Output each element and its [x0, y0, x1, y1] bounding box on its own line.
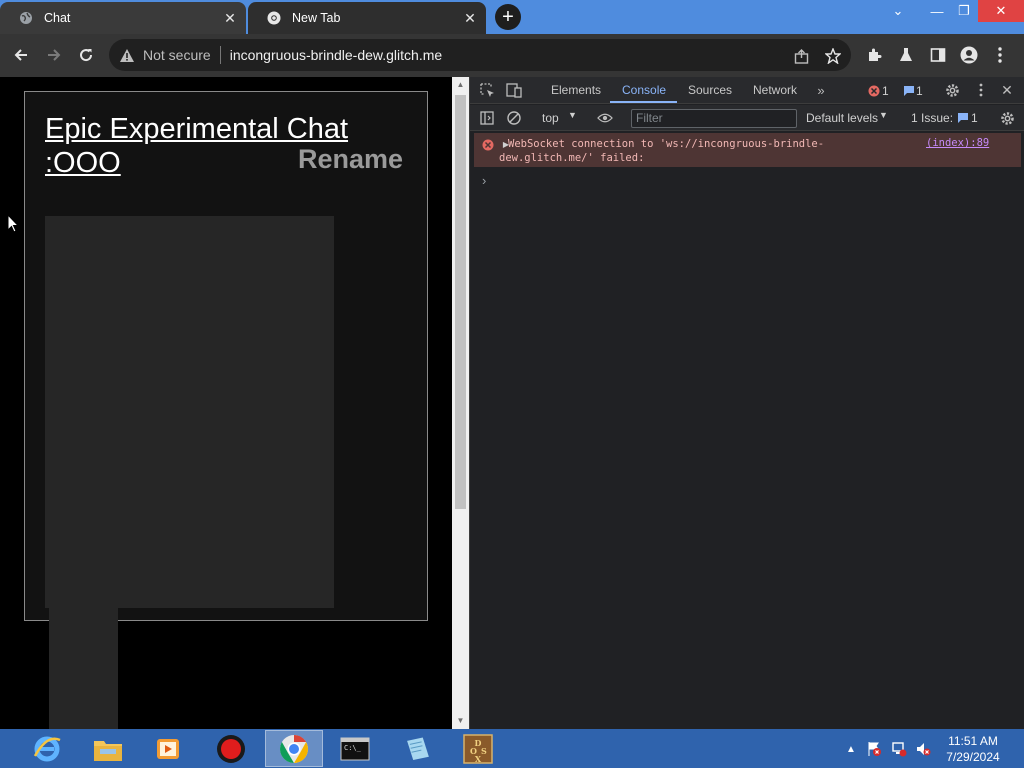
url-text[interactable]: incongruous-brindle-dew.glitch.me: [230, 47, 442, 63]
devtools-menu-icon[interactable]: [973, 82, 989, 98]
scroll-up-arrow-icon[interactable]: ▲: [452, 77, 469, 91]
tab-sources[interactable]: Sources: [688, 83, 732, 97]
divider: [219, 46, 221, 64]
message-count[interactable]: 1: [916, 84, 923, 98]
tab-title: New Tab: [292, 11, 341, 25]
minimize-button[interactable]: —: [922, 0, 952, 22]
message-count-icon[interactable]: [901, 83, 917, 99]
tab-search-icon[interactable]: ⌄: [884, 0, 912, 22]
clear-console-icon[interactable]: [506, 110, 522, 126]
scrollbar-thumb[interactable]: [455, 95, 466, 509]
console-toolbar: top ▼ Filter Default levels ▼ 1 Issue: 1: [470, 105, 1024, 131]
action-center-flag-icon[interactable]: [865, 740, 883, 758]
system-clock[interactable]: 11:51 AM 7/29/2024: [940, 733, 1006, 765]
filter-input[interactable]: Filter: [631, 109, 797, 128]
restore-button[interactable]: ❐: [950, 0, 978, 22]
svg-text:C:\_: C:\_: [344, 744, 362, 752]
console-prompt[interactable]: ›: [482, 173, 486, 188]
devtools-tab-bar: Elements Console Sources Network » 1 1 ✕: [470, 77, 1024, 104]
tab-elements[interactable]: Elements: [551, 83, 601, 97]
devtools-panel: Elements Console Sources Network » 1 1 ✕…: [469, 77, 1024, 729]
live-expression-eye-icon[interactable]: [597, 110, 613, 126]
chat-container: Epic Experimental Chat :OOO Rename: [24, 91, 428, 621]
warning-icon[interactable]: [119, 47, 135, 63]
tab-network[interactable]: Network: [753, 83, 797, 97]
labs-flask-icon[interactable]: [896, 45, 916, 65]
address-bar[interactable]: Not secure incongruous-brindle-dew.glitc…: [109, 39, 851, 71]
new-tab-button[interactable]: +: [495, 4, 521, 30]
issues-message-icon[interactable]: [955, 110, 971, 126]
rename-button[interactable]: Rename: [298, 144, 403, 175]
tab-console[interactable]: Console: [622, 83, 666, 97]
media-player-icon[interactable]: [139, 730, 197, 767]
error-message: WebSocket connection to 'ws://incongruou…: [499, 138, 825, 164]
command-prompt-icon[interactable]: C:\_: [326, 730, 384, 767]
issues-label[interactable]: 1 Issue:: [911, 111, 953, 125]
chrome-taskbar-icon[interactable]: [265, 730, 323, 767]
log-levels-dropdown[interactable]: Default levels: [806, 111, 878, 125]
back-button[interactable]: [9, 43, 33, 67]
close-devtools-icon[interactable]: ✕: [999, 82, 1015, 98]
sidebar-toggle-icon[interactable]: [479, 110, 495, 126]
tab-strip: Chat ✕ New Tab ✕ + ⌄ — ❐ ✕: [0, 0, 1024, 34]
message-input-area[interactable]: [49, 605, 118, 729]
mouse-cursor-icon: [7, 213, 20, 238]
error-source-link[interactable]: (index):89: [926, 137, 989, 149]
error-count[interactable]: 1: [882, 84, 889, 98]
internet-explorer-icon[interactable]: [18, 730, 76, 767]
browser-toolbar: Not secure incongruous-brindle-dew.glitc…: [0, 34, 1024, 77]
levels-dropdown-icon[interactable]: ▼: [879, 110, 888, 120]
security-label[interactable]: Not secure: [143, 47, 211, 63]
screen-recorder-icon[interactable]: [202, 730, 260, 767]
volume-muted-icon[interactable]: [914, 740, 932, 758]
tab-chat[interactable]: Chat ✕: [0, 2, 246, 34]
bookmark-star-icon[interactable]: [824, 47, 842, 65]
console-settings-gear-icon[interactable]: [999, 110, 1015, 126]
file-explorer-icon[interactable]: [79, 730, 137, 767]
svg-text:S: S: [481, 746, 487, 756]
close-window-button[interactable]: ✕: [978, 0, 1024, 22]
dosbox-icon[interactable]: DOSX: [449, 730, 507, 767]
chrome-icon: [266, 10, 282, 26]
menu-kebab-icon[interactable]: [990, 45, 1010, 65]
tab-new-tab[interactable]: New Tab ✕: [248, 2, 486, 34]
inspect-element-icon[interactable]: [479, 82, 495, 98]
more-tabs-chevron-icon[interactable]: »: [813, 82, 829, 98]
close-tab-icon[interactable]: ✕: [462, 10, 478, 26]
error-icon: [480, 137, 496, 153]
tab-title: Chat: [44, 11, 71, 25]
profile-icon[interactable]: [959, 45, 979, 65]
side-panel-icon[interactable]: [928, 45, 948, 65]
error-count-icon[interactable]: [866, 83, 882, 99]
share-icon[interactable]: [792, 47, 810, 65]
console-error-row[interactable]: ▶ WebSocket connection to 'ws://incongru…: [474, 133, 1021, 167]
messages-panel: [45, 216, 334, 608]
scroll-down-arrow-icon[interactable]: ▼: [452, 713, 469, 727]
settings-gear-icon[interactable]: [944, 82, 960, 98]
forward-button[interactable]: [42, 43, 66, 67]
reload-button[interactable]: [74, 43, 98, 67]
clock-date: 7/29/2024: [946, 750, 1000, 764]
notepad-icon[interactable]: [388, 730, 446, 767]
page-viewport: Epic Experimental Chat :OOO Rename: [0, 77, 452, 729]
clock-time: 11:51 AM: [948, 734, 998, 748]
device-toolbar-icon[interactable]: [506, 82, 522, 98]
taskbar: C:\_ DOSX ▲ 11:51 AM 7/29/2024: [0, 729, 1024, 768]
extensions-icon[interactable]: [864, 45, 884, 65]
close-tab-icon[interactable]: ✕: [222, 10, 238, 26]
issues-count[interactable]: 1: [971, 111, 978, 125]
show-hidden-icons-icon[interactable]: ▲: [842, 740, 860, 758]
globe-icon: [18, 10, 34, 26]
active-tab-indicator: [610, 101, 677, 103]
context-dropdown-icon[interactable]: ▼: [568, 110, 577, 120]
svg-text:X: X: [475, 754, 482, 764]
context-selector[interactable]: top: [542, 111, 559, 125]
page-scrollbar[interactable]: ▲ ▼: [452, 77, 469, 729]
network-icon[interactable]: [890, 740, 908, 758]
